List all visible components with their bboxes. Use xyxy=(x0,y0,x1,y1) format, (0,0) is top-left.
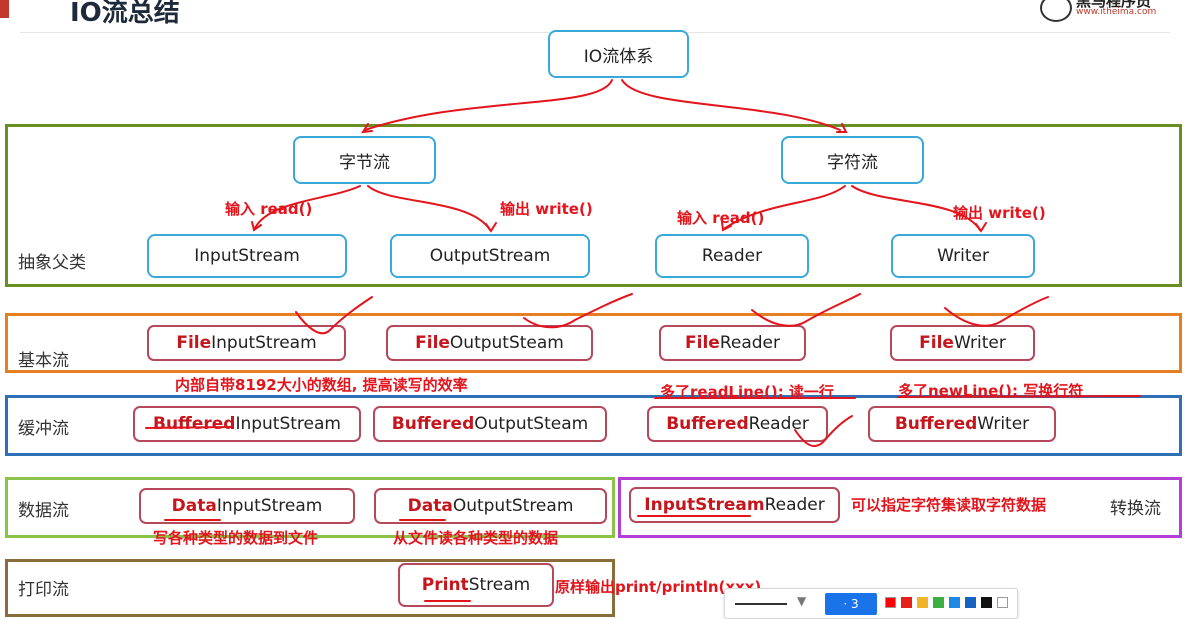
note-newline: 多了newLine(); 写换行符 xyxy=(898,382,1084,400)
note-output-write-2: 输出 write() xyxy=(953,204,1046,222)
arrowhead-output xyxy=(485,222,497,233)
check-5 xyxy=(794,415,853,448)
note-data-write: 写各种类型的数据到文件 xyxy=(153,529,319,547)
check-1 xyxy=(295,296,373,335)
color-swatch-red[interactable] xyxy=(901,597,912,608)
annotation-strokes xyxy=(145,79,1141,602)
color-swatch-red-selected[interactable] xyxy=(885,597,896,608)
note-input-read-2: 输入 read() xyxy=(677,209,765,227)
color-swatch-green[interactable] xyxy=(933,597,944,608)
note-output-write-1: 输出 write() xyxy=(500,200,593,218)
arrowhead-char xyxy=(836,123,848,133)
check-2 xyxy=(523,293,633,329)
strike-buffered xyxy=(145,426,231,429)
note-buffer-size: 内部自带8192大小的数组, 提高读写的效率 xyxy=(175,376,468,394)
check-4 xyxy=(944,296,1049,327)
note-readline: 多了readLine(); 读一行 xyxy=(660,383,834,401)
arrow-byte-to-output xyxy=(367,185,491,231)
note-data-read: 从文件读各种类型的数据 xyxy=(393,529,559,547)
stroke-size-value: 3 xyxy=(851,597,859,611)
annotation-toolbar: ▼ · 3 xyxy=(724,588,1018,619)
color-swatch-dark-blue[interactable] xyxy=(965,597,976,608)
line-style-selector[interactable] xyxy=(735,603,787,605)
arrow-root-to-char xyxy=(621,79,841,131)
note-input-read-1: 输入 read() xyxy=(225,200,313,218)
color-swatch-blue[interactable] xyxy=(949,597,960,608)
arrowhead-writer xyxy=(975,222,987,233)
note-charset: 可以指定字符集读取字符数据 xyxy=(851,496,1047,514)
color-swatch-black[interactable] xyxy=(981,597,992,608)
check-3 xyxy=(751,293,861,327)
color-swatch-yellow[interactable] xyxy=(917,597,928,608)
color-swatch-white[interactable] xyxy=(997,597,1008,608)
stroke-size-button[interactable]: · 3 xyxy=(825,593,877,615)
chevron-down-icon[interactable]: ▼ xyxy=(797,594,806,608)
arrow-root-to-byte xyxy=(364,79,613,131)
